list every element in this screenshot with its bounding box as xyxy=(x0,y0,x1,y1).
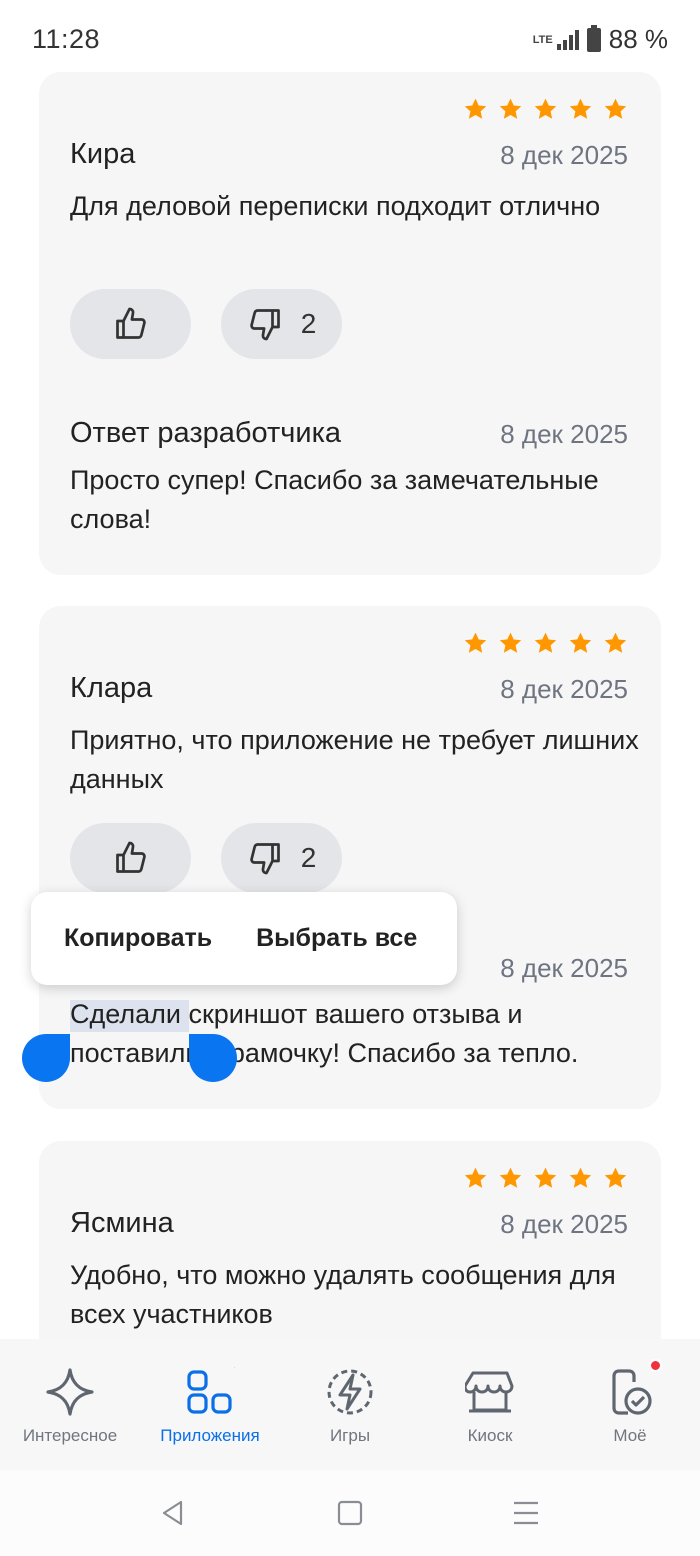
star-icon xyxy=(569,632,592,653)
apps-grid-icon xyxy=(187,1367,235,1414)
star-icon xyxy=(464,1167,487,1188)
like-button[interactable] xyxy=(70,823,191,893)
battery-level: 88 % xyxy=(608,24,668,54)
nav-label: Игры xyxy=(329,1426,371,1445)
my-apps-icon xyxy=(612,1369,652,1415)
nav-label: Интересное xyxy=(22,1426,118,1445)
nav-label: Киоск xyxy=(467,1426,513,1445)
dislike-button[interactable]: 2 xyxy=(221,289,342,359)
reply-text[interactable]: Сделали скриншот вашего отзыва и постави… xyxy=(70,995,640,1073)
status-time: 11:28 xyxy=(32,24,101,54)
review-card: Кира 8 дек 2025 Для деловой переписки по… xyxy=(39,72,661,575)
home-icon[interactable] xyxy=(335,1498,365,1528)
review-text[interactable]: Удобно, что можно удалять сообщения для … xyxy=(70,1256,640,1334)
star-icon xyxy=(534,98,557,119)
reviewer-name: Кира xyxy=(70,138,136,170)
star-icon xyxy=(464,98,487,119)
bottom-navigation: Интересное Приложения Игры Киоск Моё xyxy=(0,1339,700,1470)
review-text[interactable]: Приятно, что приложение не требует лишни… xyxy=(70,721,640,799)
nav-tab-games[interactable]: Игры xyxy=(280,1339,420,1470)
status-bar: 11:28 LTE 88 % xyxy=(0,0,700,80)
star-icon xyxy=(534,1167,557,1188)
review-date: 8 дек 2025 xyxy=(500,674,628,704)
rating-stars xyxy=(463,97,628,122)
reply-date: 8 дек 2025 xyxy=(500,953,628,983)
status-icons: LTE 88 % xyxy=(533,24,668,55)
recents-icon[interactable] xyxy=(511,1498,541,1528)
reply-text[interactable]: Просто супер! Спасибо за замечательные с… xyxy=(70,461,640,539)
review-date: 8 дек 2025 xyxy=(500,140,628,170)
dislike-count: 2 xyxy=(300,308,317,339)
star-icon xyxy=(499,1167,522,1188)
system-navigation-bar xyxy=(0,1470,700,1556)
storefront-icon xyxy=(465,1371,514,1413)
lightning-icon xyxy=(327,1369,373,1415)
review-card: Клара 8 дек 2025 Приятно, что приложение… xyxy=(39,606,661,1109)
star-icon xyxy=(604,98,627,119)
selection-start-handle[interactable] xyxy=(22,1034,70,1082)
nav-label: Моё xyxy=(613,1426,647,1445)
nav-tab-mine[interactable]: Моё xyxy=(560,1339,700,1470)
notification-badge xyxy=(649,1359,662,1372)
thumbs-down-icon xyxy=(249,843,280,875)
reply-date: 8 дек 2025 xyxy=(500,419,628,449)
star-icon xyxy=(569,98,592,119)
copy-menu-item[interactable]: Копировать xyxy=(64,924,212,953)
review-date: 8 дек 2025 xyxy=(500,1209,628,1239)
nav-tab-interesting[interactable]: Интересное xyxy=(0,1339,140,1470)
thumbs-up-icon xyxy=(115,841,146,873)
developer-reply-title: Ответ разработчика xyxy=(70,417,342,449)
rating-stars xyxy=(463,631,628,656)
star-icon xyxy=(534,632,557,653)
selection-end-handle[interactable] xyxy=(189,1034,237,1082)
dislike-button[interactable]: 2 xyxy=(221,823,342,893)
rating-stars xyxy=(463,1166,628,1191)
star-icon xyxy=(604,632,627,653)
star-icon xyxy=(499,632,522,653)
like-button[interactable] xyxy=(70,289,191,359)
star-icon xyxy=(604,1167,627,1188)
reviewer-name: Ясмина xyxy=(70,1207,174,1239)
star-icon xyxy=(464,632,487,653)
reviewer-name: Клара xyxy=(70,672,153,704)
nav-tab-apps[interactable]: Приложения xyxy=(140,1339,280,1470)
battery-icon xyxy=(586,24,601,52)
star-icon xyxy=(569,1167,592,1188)
back-icon[interactable] xyxy=(158,1498,188,1528)
thumbs-up-icon xyxy=(115,307,146,339)
nav-tab-kiosk[interactable]: Киоск xyxy=(420,1339,560,1470)
select-all-menu-item[interactable]: Выбрать все xyxy=(256,924,417,953)
dislike-count: 2 xyxy=(300,842,317,873)
nav-label: Приложения xyxy=(160,1426,260,1445)
sparkle-icon xyxy=(46,1368,94,1416)
star-icon xyxy=(499,98,522,119)
lte-icon: LTE xyxy=(532,33,553,46)
thumbs-down-icon xyxy=(249,309,280,341)
text-context-menu: Копировать Выбрать все xyxy=(31,892,457,985)
signal-icon xyxy=(556,29,579,50)
review-text[interactable]: Для деловой переписки подходит отлично xyxy=(70,187,640,226)
